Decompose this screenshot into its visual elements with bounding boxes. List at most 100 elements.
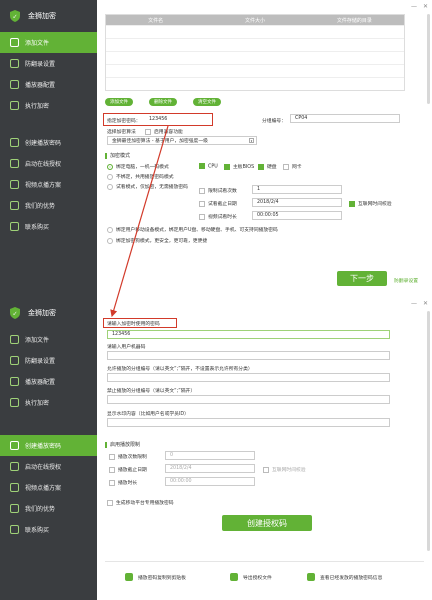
create-auth-button[interactable]: 创建授权码 (222, 515, 312, 531)
close-button[interactable]: ✕ (423, 3, 428, 10)
globe-icon (10, 159, 19, 168)
export-auth-button[interactable]: 导出授权文件 (230, 573, 272, 581)
sidebar-item-purchase[interactable]: 联系购买 (0, 216, 97, 237)
limit-date-checkbox[interactable]: 播放截止日期 (109, 466, 147, 473)
limit-section-title: 启用播放限制 (105, 441, 140, 448)
sidebar-item-execute[interactable]: 执行加密 (0, 95, 97, 116)
sidebar-item-label: 联系购买 (25, 527, 50, 534)
sidebar-item-add-file[interactable]: 添加文件 (0, 32, 97, 53)
sidebar-item-advantages[interactable]: 我们的优势 (0, 498, 97, 519)
sidebar-item-purchase[interactable]: 联系购买 (0, 519, 97, 540)
trial-end-label: 试看截止日期 (208, 202, 237, 207)
allow-group-input[interactable] (107, 373, 390, 382)
app-header: ✓ 金狮加密 (0, 0, 97, 32)
table-row[interactable] (106, 38, 404, 51)
sidebar-item-label: 我们的优势 (25, 506, 56, 513)
nic-checkbox[interactable]: 网卡 (283, 163, 302, 170)
limit-count-input[interactable]: 1 (252, 185, 342, 194)
app-header: ✓ 金狮加密 (0, 297, 97, 329)
copy-password-label: 播放密码复制到剪贴板 (138, 575, 186, 581)
bios-checkbox[interactable]: 主板BIOS (224, 163, 254, 170)
sidebar-item-online-auth[interactable]: 启动在线授权 (0, 456, 97, 477)
sidebar-item-execute[interactable]: 执行加密 (0, 392, 97, 413)
trial-end-checkbox[interactable]: 试看截止日期 (199, 200, 237, 207)
deny-group-label: 禁止播放的分组编号（请以英文“;”隔开） (107, 389, 196, 394)
platform-checkbox[interactable]: 生成移动平台专用播放密码 (107, 499, 174, 506)
remove-file-button[interactable]: 删除文件 (149, 98, 177, 106)
lock-icon (10, 101, 19, 110)
sidebar-item-vod[interactable]: 视频点播方案 (0, 477, 97, 498)
copy-password-button[interactable]: 播放密码复制到剪贴板 (125, 573, 186, 581)
limit-count-checkbox[interactable]: 播放次数限制 (109, 453, 147, 460)
sidebar-item-anti-record[interactable]: 防翻录设置 (0, 350, 97, 371)
mode-opt3[interactable]: 试看模式，仅加密，无需播放密码 (107, 183, 188, 190)
main-content: — ✕ 文件名 文件大小 文件存储的目录 添加文件 删除文件 清空文件 指定加密… (97, 0, 432, 297)
limit-date-input[interactable]: 2018/2/4 (165, 464, 255, 473)
sidebar-item-add-file[interactable]: 添加文件 (0, 329, 97, 350)
scrollbar[interactable] (427, 311, 430, 551)
compat-checkbox[interactable]: 启用兼容功能 (145, 128, 183, 135)
table-row[interactable] (106, 25, 404, 38)
group-input[interactable]: CP04 (290, 114, 400, 123)
table-row[interactable] (106, 51, 404, 64)
limit-dur-input[interactable]: 00:00:00 (165, 477, 255, 486)
sidebar-item-create-password[interactable]: 创建播放密码 (0, 435, 97, 456)
view-issued-button[interactable]: 查看已经发放的播放密码信息 (307, 573, 382, 581)
minimize-button[interactable]: — (411, 3, 417, 10)
scrollbar[interactable] (427, 14, 430, 104)
table-row[interactable] (106, 64, 404, 77)
add-file-button[interactable]: 添加文件 (105, 98, 133, 106)
user-icon (10, 441, 19, 450)
limit-dur-checkbox[interactable]: 播放时长 (109, 479, 137, 486)
sidebar-item-create-password[interactable]: 创建播放密码 (0, 132, 97, 153)
check-icon (107, 499, 113, 506)
sidebar-item-label: 执行加密 (25, 400, 50, 407)
limit-count-checkbox[interactable]: 限制试看次数 (199, 187, 237, 194)
cpu-checkbox[interactable]: CPU (199, 163, 218, 170)
view-issued-label: 查看已经发放的播放密码信息 (320, 575, 383, 581)
mode-opt2[interactable]: 不绑定，共用播放密码模式 (107, 173, 174, 180)
mode-opt5[interactable]: 绑定加密狗模式，更安全，更可靠，更便捷 (107, 237, 207, 244)
group-label: 分组编号： (262, 119, 286, 124)
next-button[interactable]: 下一步 (337, 271, 387, 286)
mode-opt1[interactable]: 绑定电脑，一机一码模式 (107, 163, 169, 170)
sidebar-item-vod[interactable]: 视频点播方案 (0, 174, 97, 195)
net-time-checkbox[interactable]: 互联网时间校验 (263, 466, 306, 473)
trial-end-input[interactable]: 2018/2/4 (252, 198, 342, 207)
col-dir: 文件存储的目录 (336, 17, 372, 24)
minimize-button[interactable]: — (411, 300, 417, 307)
pwd-input[interactable]: 123456 (107, 330, 390, 339)
mode-opt4[interactable]: 绑定用户移动设备模式，绑定用户U盘、移动硬盘、手机、可支持同播放密码 (107, 226, 278, 233)
sidebar-item-anti-record[interactable]: 防翻录设置 (0, 53, 97, 74)
group-value: CP04 (295, 116, 308, 121)
shield-icon (10, 59, 19, 68)
sidebar-item-online-auth[interactable]: 启动在线授权 (0, 153, 97, 174)
algo-value: 金狮最佳加密算法 - 基于用户，加密强度一级 (112, 139, 208, 144)
anti-record-link[interactable]: 防翻录设置 (394, 277, 418, 284)
sidebar-item-label: 视频点播方案 (25, 485, 62, 492)
sidebar-item-label: 播放器配置 (25, 82, 56, 89)
net-time-checkbox[interactable]: 互联网时间校验 (349, 200, 392, 207)
limit-count-input[interactable]: 0 (165, 451, 255, 460)
table-row[interactable] (106, 77, 404, 90)
check-icon (109, 479, 115, 486)
watermark-input[interactable] (107, 418, 390, 427)
check-icon (199, 213, 205, 220)
video-dur-input[interactable]: 00:00:05 (252, 211, 342, 220)
password-value[interactable]: 123456 (149, 117, 167, 122)
close-button[interactable]: ✕ (423, 300, 428, 307)
sidebar-item-player-config[interactable]: 播放器配置 (0, 371, 97, 392)
machine-input[interactable] (107, 351, 390, 360)
video-dur-checkbox[interactable]: 视频试看时长 (199, 213, 237, 220)
trial-end-value: 2018/2/4 (257, 200, 279, 205)
disk-checkbox[interactable]: 硬盘 (258, 163, 277, 170)
svg-text:✓: ✓ (12, 311, 17, 318)
sidebar-item-advantages[interactable]: 我们的优势 (0, 195, 97, 216)
sidebar-item-player-config[interactable]: 播放器配置 (0, 74, 97, 95)
machine-label: 请输入用户机器码 (107, 345, 146, 350)
radio-icon (107, 183, 113, 190)
clear-file-button[interactable]: 清空文件 (193, 98, 221, 106)
deny-group-input[interactable] (107, 395, 390, 404)
file-table: 文件名 文件大小 文件存储的目录 (105, 14, 405, 91)
algo-select[interactable]: 金狮最佳加密算法 - 基于用户，加密强度一级 ▾ (107, 136, 257, 145)
